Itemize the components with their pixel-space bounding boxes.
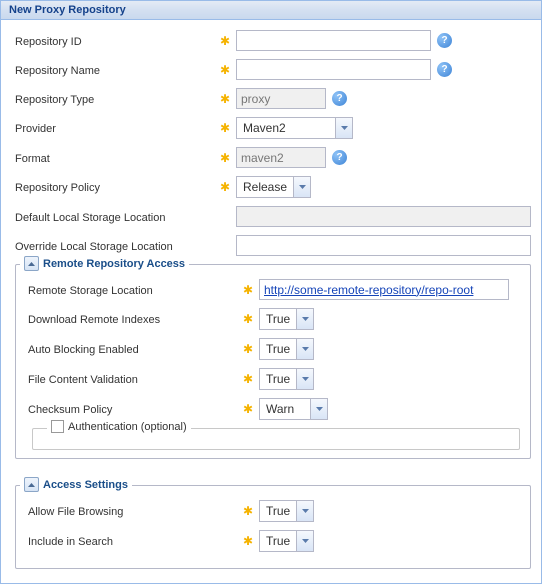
help-icon[interactable]: ? <box>437 62 452 77</box>
access-settings-fieldset: Access Settings Allow File Browsing ✱ Tr… <box>15 485 531 569</box>
required-icon: ✱ <box>220 34 230 48</box>
remote-storage-label: Remote Storage Location <box>28 283 243 297</box>
chevron-down-icon[interactable] <box>296 369 313 389</box>
collapse-button[interactable] <box>24 256 39 271</box>
required-icon: ✱ <box>220 63 230 77</box>
override-storage-label: Override Local Storage Location <box>15 239 236 253</box>
help-icon[interactable]: ? <box>437 33 452 48</box>
repo-name-label: Repository Name <box>15 63 220 77</box>
repo-id-label: Repository ID <box>15 34 220 48</box>
repo-name-input[interactable] <box>236 59 431 80</box>
help-icon[interactable]: ? <box>332 150 347 165</box>
include-search-select[interactable]: True <box>259 530 314 552</box>
help-icon[interactable]: ? <box>332 91 347 106</box>
panel-title: New Proxy Repository <box>1 1 541 20</box>
checksum-label: Checksum Policy <box>28 402 243 416</box>
required-icon: ✱ <box>243 402 253 416</box>
chevron-down-icon[interactable] <box>335 118 352 138</box>
required-icon: ✱ <box>220 151 230 165</box>
default-storage-label: Default Local Storage Location <box>15 210 236 224</box>
required-icon: ✱ <box>243 312 253 326</box>
repo-type-input <box>236 88 326 109</box>
file-validation-select[interactable]: True <box>259 368 314 390</box>
policy-label: Repository Policy <box>15 180 220 194</box>
repo-type-label: Repository Type <box>15 92 220 106</box>
required-icon: ✱ <box>243 534 253 548</box>
required-icon: ✱ <box>220 92 230 106</box>
required-icon: ✱ <box>220 180 230 194</box>
allow-browse-label: Allow File Browsing <box>28 504 243 518</box>
auth-checkbox[interactable] <box>51 420 64 433</box>
collapse-button[interactable] <box>24 477 39 492</box>
chevron-down-icon[interactable] <box>296 309 313 329</box>
auto-blocking-select[interactable]: True <box>259 338 314 360</box>
file-validation-label: File Content Validation <box>28 372 243 386</box>
required-icon: ✱ <box>220 121 230 135</box>
remote-storage-input[interactable] <box>259 279 509 300</box>
include-search-label: Include in Search <box>28 534 243 548</box>
chevron-down-icon[interactable] <box>293 177 310 197</box>
required-icon: ✱ <box>243 372 253 386</box>
default-storage-input <box>236 206 531 227</box>
required-icon: ✱ <box>243 342 253 356</box>
access-legend: Access Settings <box>43 479 128 491</box>
download-indexes-select[interactable]: True <box>259 308 314 330</box>
download-indexes-label: Download Remote Indexes <box>28 312 243 326</box>
format-label: Format <box>15 151 220 165</box>
allow-browse-select[interactable]: True <box>259 500 314 522</box>
required-icon: ✱ <box>243 283 253 297</box>
checksum-select[interactable]: Warn <box>259 398 328 420</box>
chevron-down-icon[interactable] <box>296 339 313 359</box>
auth-legend: Authentication (optional) <box>68 421 187 433</box>
auth-fieldset: Authentication (optional) <box>32 428 520 450</box>
repo-id-input[interactable] <box>236 30 431 51</box>
chevron-down-icon[interactable] <box>310 399 327 419</box>
remote-access-fieldset: Remote Repository Access Remote Storage … <box>15 264 531 459</box>
provider-select[interactable]: Maven2 <box>236 117 353 139</box>
format-input <box>236 147 326 168</box>
chevron-down-icon[interactable] <box>296 531 313 551</box>
provider-label: Provider <box>15 121 220 135</box>
chevron-down-icon[interactable] <box>296 501 313 521</box>
required-icon: ✱ <box>243 504 253 518</box>
override-storage-input[interactable] <box>236 235 531 256</box>
policy-select[interactable]: Release <box>236 176 311 198</box>
auto-blocking-label: Auto Blocking Enabled <box>28 342 243 356</box>
remote-legend: Remote Repository Access <box>43 258 185 270</box>
